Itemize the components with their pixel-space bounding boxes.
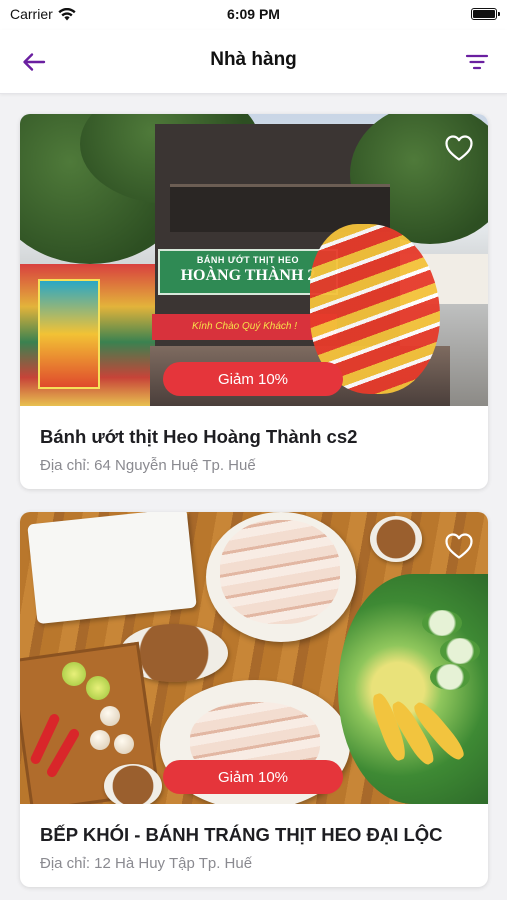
restaurant-card[interactable]: Giảm 10% BẾP KHÓI - BÁNH TRÁNG THỊT HEO … <box>20 512 488 887</box>
heart-outline-icon <box>445 533 473 559</box>
filter-button[interactable] <box>461 46 493 78</box>
status-time: 6:09 PM <box>227 6 280 22</box>
storefront-sign-top: BÁNH ƯỚT THỊT HEO <box>196 255 300 265</box>
navigation-bar: Nhà hàng <box>0 30 507 94</box>
favorite-button[interactable] <box>444 532 474 560</box>
discount-badge: Giảm 10% <box>163 760 343 794</box>
restaurant-card[interactable]: BÁNH ƯỚT THỊT HEO HOÀNG THÀNH 2 Kính Chà… <box>20 114 488 489</box>
restaurant-photo: BÁNH ƯỚT THỊT HEO HOÀNG THÀNH 2 Kính Chà… <box>20 114 488 406</box>
page-title: Nhà hàng <box>210 49 297 70</box>
restaurant-name: BẾP KHÓI - BÁNH TRÁNG THỊT HEO ĐẠI LỘC <box>40 824 443 845</box>
restaurant-address: Địa chỉ: 12 Hà Huy Tập Tp. Huế <box>40 855 253 872</box>
status-bar: Carrier 6:09 PM <box>0 0 507 30</box>
heart-outline-icon <box>445 135 473 161</box>
battery-icon <box>471 8 500 20</box>
discount-badge: Giảm 10% <box>163 362 343 396</box>
restaurant-name: Bánh ướt thịt Heo Hoàng Thành cs2 <box>40 426 358 447</box>
restaurant-photo: Giảm 10% <box>20 512 488 804</box>
restaurant-info: BẾP KHÓI - BÁNH TRÁNG THỊT HEO ĐẠI LỘC Đ… <box>20 804 488 887</box>
favorite-button[interactable] <box>444 134 474 162</box>
restaurant-info: Bánh ướt thịt Heo Hoàng Thành cs2 Địa ch… <box>20 406 488 489</box>
restaurant-address: Địa chỉ: 64 Nguyễn Huệ Tp. Huế <box>40 457 256 474</box>
filter-lines-icon <box>465 54 489 70</box>
restaurant-list[interactable]: BÁNH ƯỚT THỊT HEO HOÀNG THÀNH 2 Kính Chà… <box>0 94 507 900</box>
